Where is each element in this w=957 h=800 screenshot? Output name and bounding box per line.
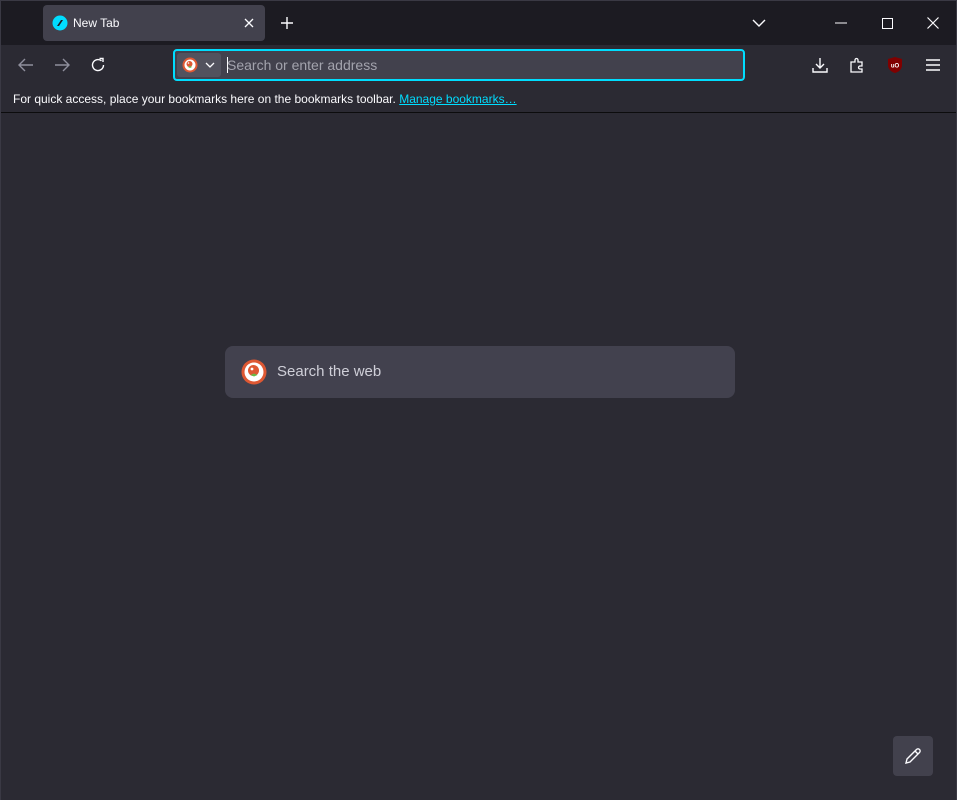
maximize-icon[interactable]: [873, 9, 901, 37]
tab-strip: New Tab: [1, 1, 956, 45]
menu-icon[interactable]: [921, 53, 945, 77]
reload-icon[interactable]: [86, 53, 110, 77]
tab-new-tab[interactable]: New Tab: [43, 5, 265, 41]
search-engine-button[interactable]: [177, 53, 221, 77]
ublock-icon[interactable]: uO: [883, 53, 907, 77]
manage-bookmarks-link[interactable]: Manage bookmarks…: [399, 92, 516, 106]
text-caret: [227, 57, 228, 73]
minimize-icon[interactable]: [827, 9, 855, 37]
url-input[interactable]: [227, 55, 727, 75]
back-icon[interactable]: [14, 53, 38, 77]
duckduckgo-icon: [182, 57, 198, 73]
duckduckgo-icon: [241, 359, 267, 385]
svg-text:uO: uO: [891, 64, 900, 70]
url-bar[interactable]: [173, 49, 745, 81]
customize-pencil-icon[interactable]: [893, 736, 933, 776]
browser-window: New Tab Search or enter address uO For q…: [0, 0, 957, 800]
close-icon[interactable]: [919, 9, 947, 37]
firefox-newtab-icon: [52, 15, 68, 31]
bookmarks-empty-message: For quick access, place your bookmarks h…: [13, 92, 396, 106]
navigation-toolbar: uO: [1, 45, 956, 85]
downloads-icon[interactable]: [808, 53, 832, 77]
list-all-tabs-chevron-icon[interactable]: [747, 11, 771, 35]
bookmarks-toolbar: For quick access, place your bookmarks h…: [1, 85, 956, 113]
forward-icon[interactable]: [50, 53, 74, 77]
extensions-icon[interactable]: [845, 53, 869, 77]
tab-close-icon[interactable]: [239, 13, 259, 33]
tab-title: New Tab: [73, 16, 120, 30]
new-tab-page: Search the web: [1, 114, 956, 800]
web-search-box[interactable]: Search the web: [225, 346, 735, 398]
chevron-down-icon: [205, 60, 215, 70]
new-tab-button[interactable]: [275, 11, 299, 35]
web-search-placeholder: Search the web: [277, 363, 382, 380]
